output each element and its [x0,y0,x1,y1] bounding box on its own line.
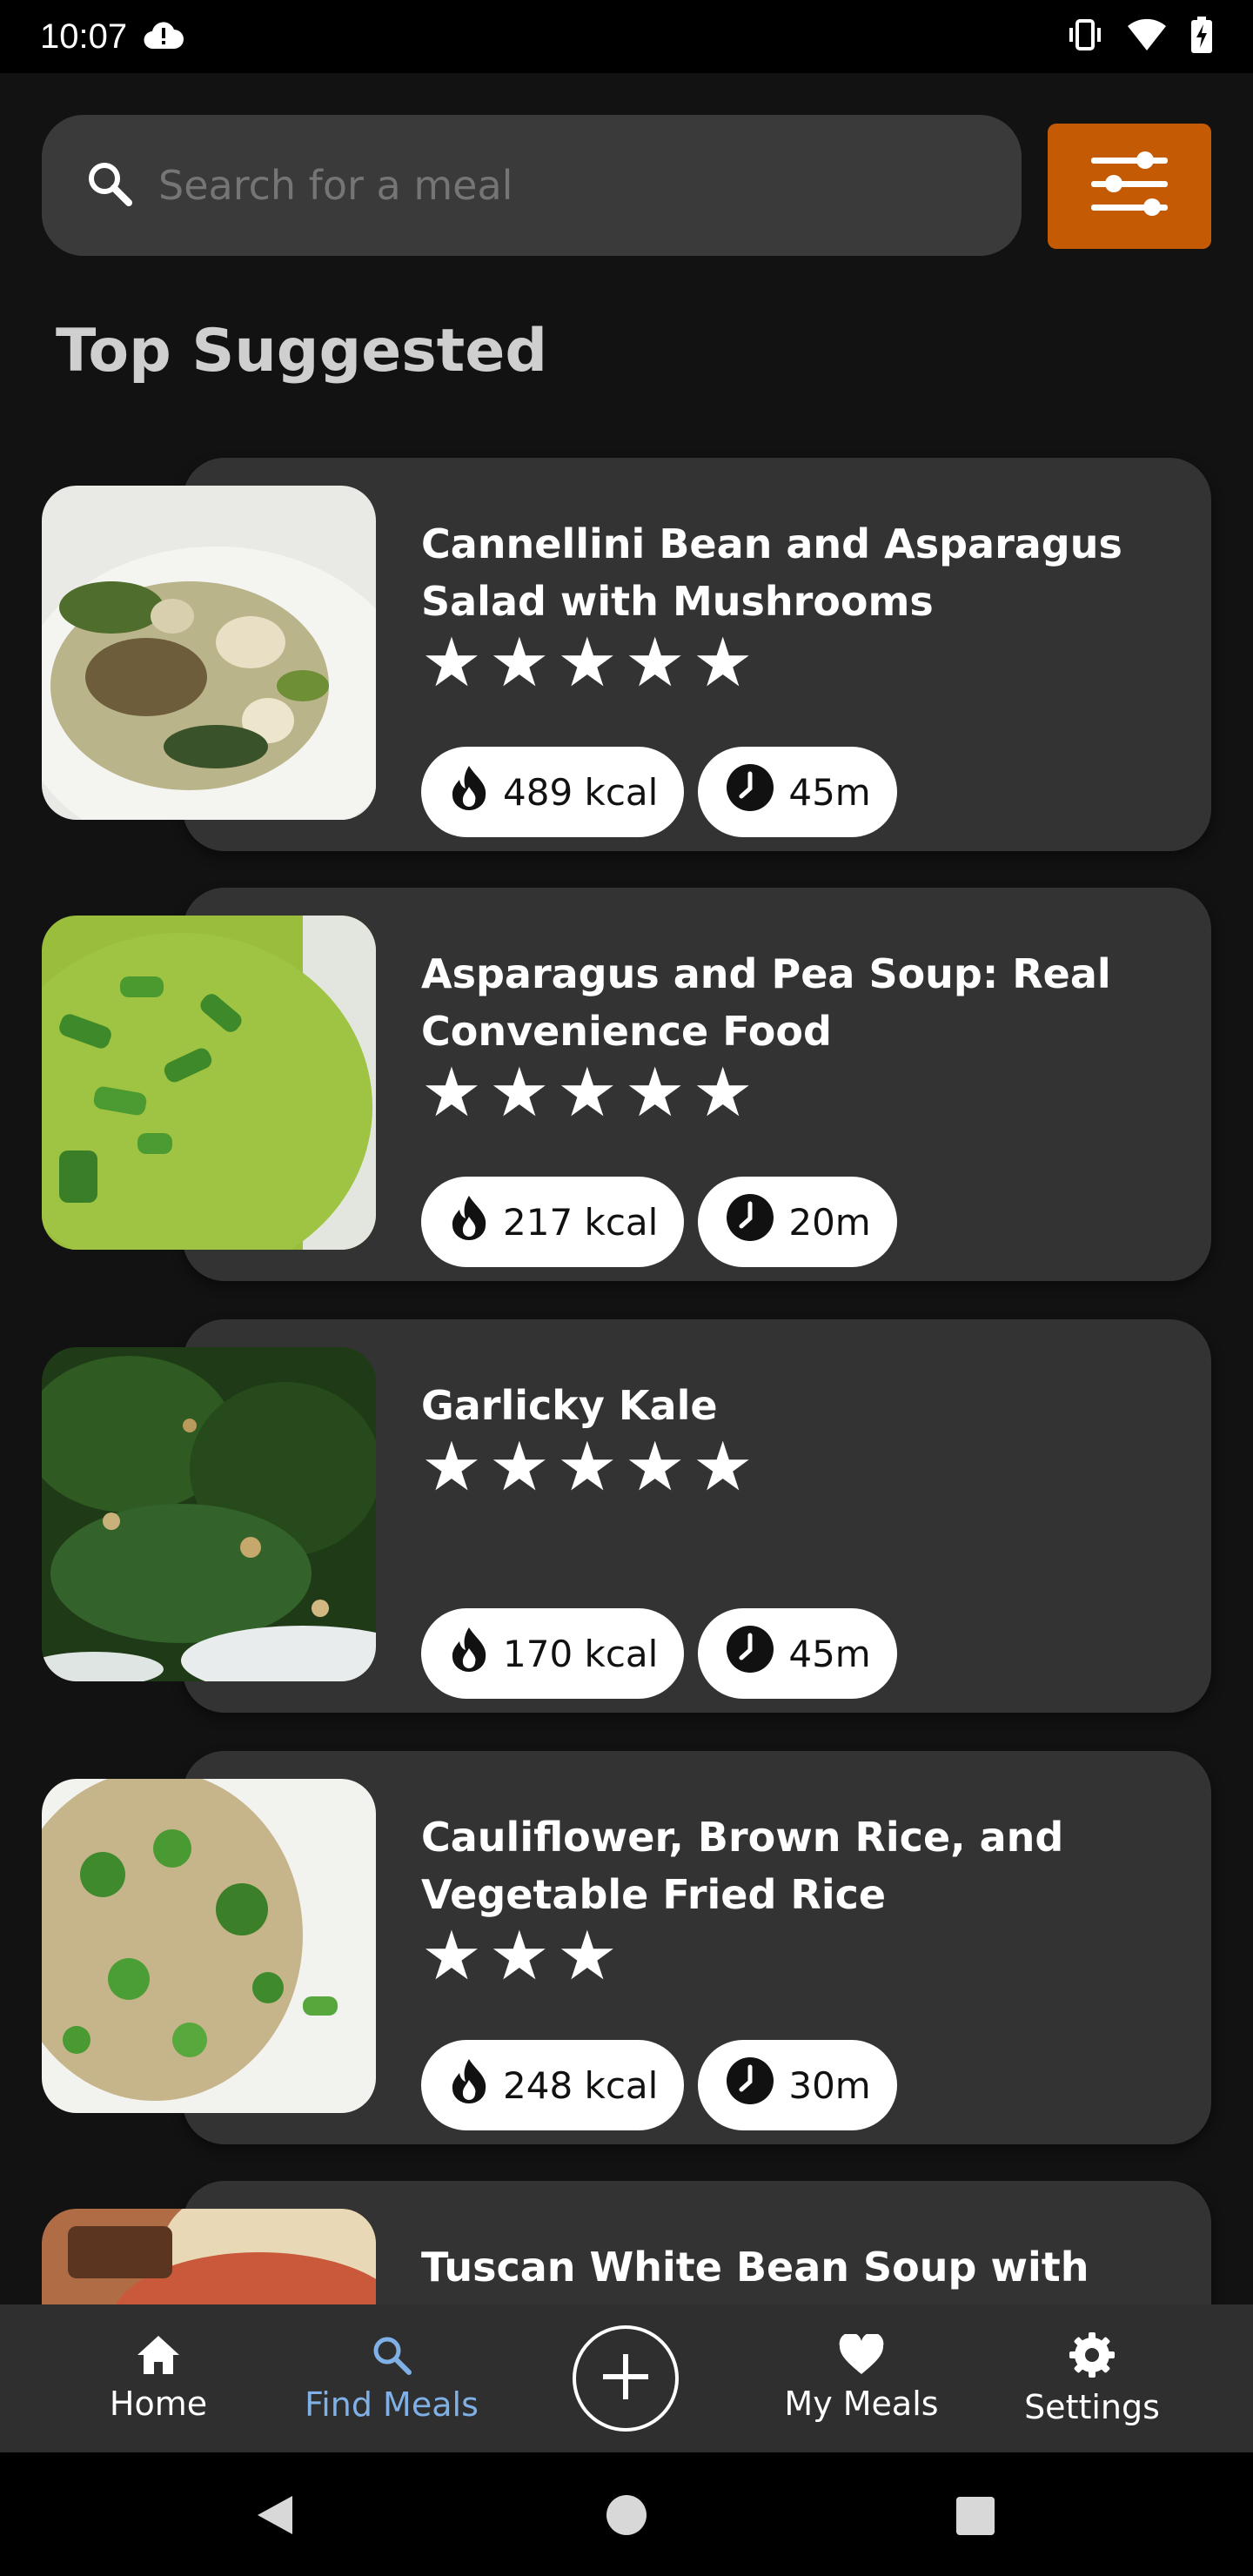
time-value: 20m [788,1200,871,1244]
find-meals-screen: 10:07 Search for a meal Top Suggested Ca… [0,0,1253,2576]
cloud-alert-icon [143,19,184,54]
flame-icon [449,1194,489,1250]
rating-stars: ★★★ [421,1917,625,1996]
calories-value: 170 kcal [503,1632,659,1675]
gear-icon [1068,2331,1116,2383]
clock-icon [726,1193,774,1251]
rating-stars: ★★★★★ [421,1054,761,1132]
nav-settings-label: Settings [1024,2388,1160,2426]
time-chip: 45m [698,1608,897,1699]
calories-chip: 217 kcal [421,1177,685,1267]
recents-icon[interactable] [955,2496,995,2539]
add-meal-button[interactable] [573,2325,679,2432]
vibrate-icon [1067,17,1103,56]
status-time: 10:07 [40,17,128,56]
meal-card[interactable]: Asparagus and Pea Soup: Real Convenience… [0,888,1253,1281]
meal-image [42,486,376,820]
rating-stars: ★★★★★ [421,624,761,702]
meal-card[interactable]: Cauliflower, Brown Rice, and Vegetable F… [0,1751,1253,2144]
calories-chip: 489 kcal [421,747,685,837]
time-chip: 45m [698,747,897,837]
nav-find-meals-label: Find Meals [305,2385,479,2424]
clock-icon [726,1625,774,1682]
flame-icon [449,764,489,820]
home-icon [136,2334,181,2379]
sliders-icon [1088,149,1171,224]
meal-image [42,1347,376,1681]
calories-value: 248 kcal [503,2063,659,2107]
battery-charging-icon [1190,17,1213,57]
meal-title: Asparagus and Pea Soup: Real Convenience… [421,950,1111,1055]
wifi-icon [1126,17,1168,56]
clock-icon [726,763,774,821]
nav-find-meals[interactable]: Find Meals [296,2304,487,2452]
meal-title: Cannellini Bean and Asparagus Salad with… [421,520,1122,625]
flame-icon [449,2057,489,2113]
time-chip: 30m [698,2040,897,2130]
nav-settings[interactable]: Settings [1009,2304,1175,2452]
search-input[interactable] [158,162,941,209]
meal-title: Cauliflower, Brown Rice, and Vegetable F… [421,1814,1064,1918]
nav-home-label: Home [109,2385,208,2423]
plus-icon [600,2351,652,2406]
section-title: Top Suggested [56,317,548,386]
calories-value: 217 kcal [503,1200,659,1244]
meal-title: Garlicky Kale [421,1382,718,1429]
nav-home[interactable]: Home [97,2304,219,2452]
time-chip: 20m [698,1177,897,1267]
status-bar: 10:07 [0,0,1253,73]
flame-icon [449,1626,489,1681]
clock-icon [726,2056,774,2114]
nav-my-meals[interactable]: My Meals [766,2304,957,2452]
heart-icon [838,2332,885,2379]
home-circle-icon[interactable] [606,2494,647,2539]
meal-title: Tuscan White Bean Soup with Olive Oil [421,2244,1089,2304]
bottom-nav: Home Find Meals My Meals Settings [0,2304,1253,2452]
system-nav-bar [0,2452,1253,2576]
time-value: 45m [788,770,871,814]
time-value: 45m [788,1632,871,1675]
meal-card[interactable]: Tuscan White Bean Soup with Olive Oil [0,2181,1253,2304]
meal-image [42,2209,376,2304]
search-bar[interactable] [42,115,1022,256]
search-icon [370,2333,413,2380]
calories-chip: 248 kcal [421,2040,685,2130]
search-icon [85,159,134,211]
meal-card[interactable]: Garlicky Kale ★★★★★ 170 kcal 45m [0,1319,1253,1713]
calories-value: 489 kcal [503,770,659,814]
meal-card[interactable]: Cannellini Bean and Asparagus Salad with… [0,458,1253,851]
filter-button[interactable] [1048,124,1211,249]
calories-chip: 170 kcal [421,1608,685,1699]
time-value: 30m [788,2063,871,2107]
meal-image [42,1779,376,2113]
back-icon[interactable] [254,2494,296,2539]
rating-stars: ★★★★★ [421,1428,761,1506]
meal-image [42,916,376,1250]
nav-my-meals-label: My Meals [784,2385,939,2423]
